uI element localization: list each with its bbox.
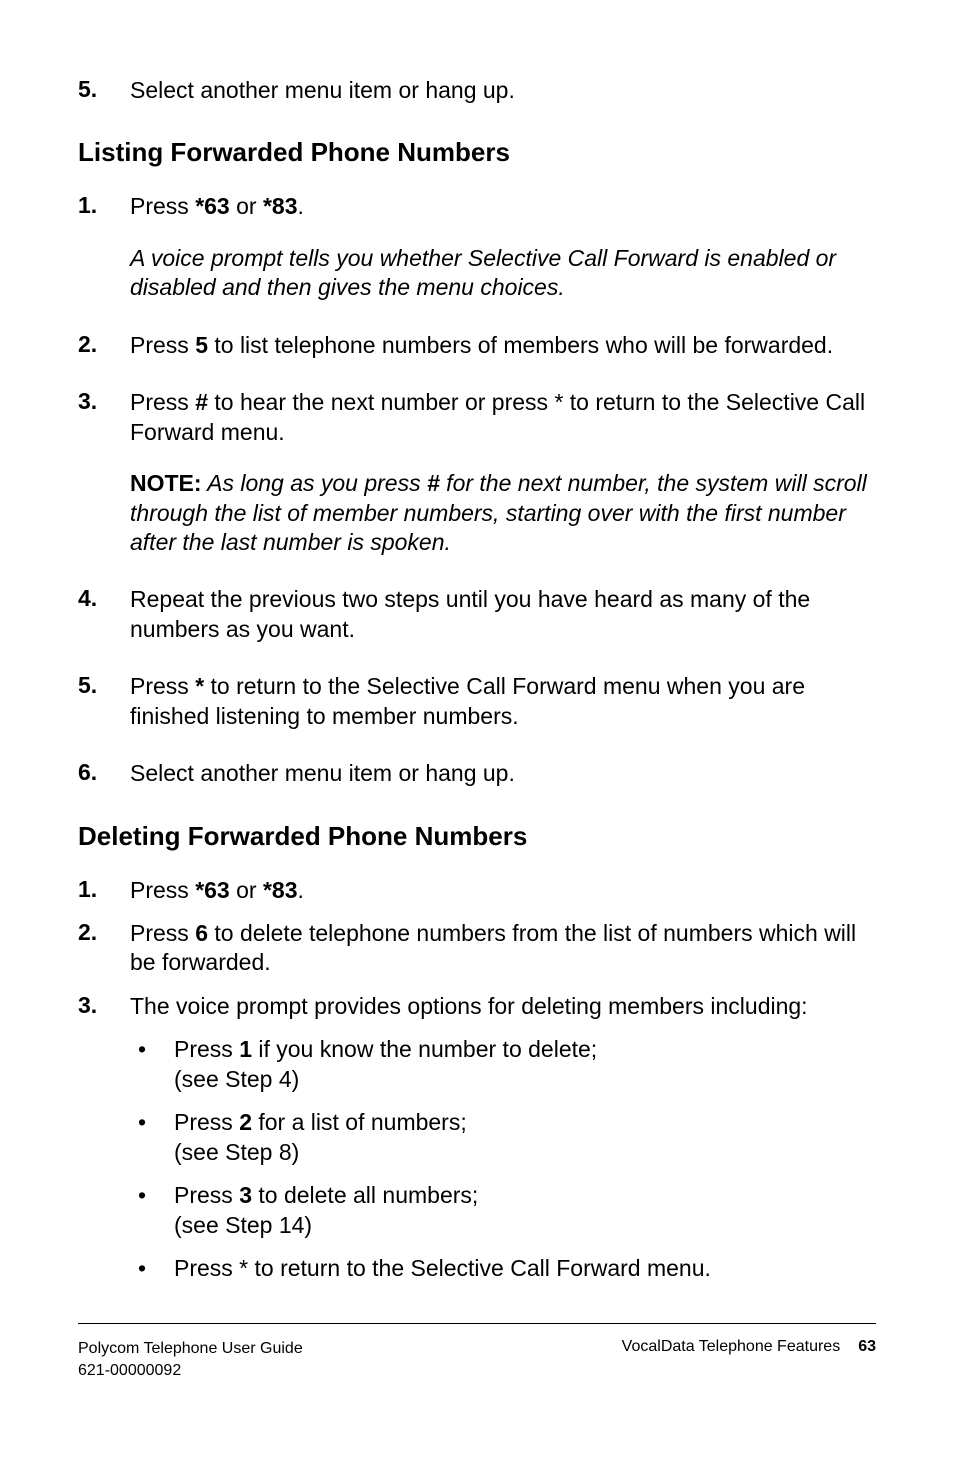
text: Press	[130, 332, 195, 358]
text-bold: #	[195, 389, 208, 415]
text-bold: 6	[195, 920, 208, 946]
footer-left: Polycom Telephone User Guide 621-0000009…	[78, 1338, 303, 1381]
list-body: Press *63 or *83. A voice prompt tells y…	[130, 192, 876, 302]
list-body: Press # to hear the next number or press…	[130, 388, 876, 557]
heading-listing-forwarded: Listing Forwarded Phone Numbers	[78, 137, 876, 168]
heading-deleting-forwarded: Deleting Forwarded Phone Numbers	[78, 821, 876, 852]
list-item: 3. The voice prompt provides options for…	[78, 992, 876, 1284]
list-item: 5. Select another menu item or hang up.	[78, 76, 876, 105]
text: Select another menu item or hang up.	[130, 77, 515, 103]
list-body: Press * to return to the Selective Call …	[130, 672, 876, 731]
footer-divider	[78, 1323, 876, 1324]
list-number: 5.	[78, 672, 130, 731]
text: Press	[174, 1109, 239, 1135]
text: Press	[130, 673, 195, 699]
text-bold-italic: #	[427, 470, 440, 496]
text: Press	[174, 1182, 239, 1208]
text: Press	[130, 389, 195, 415]
list-number: 1.	[78, 192, 130, 302]
text-bold: 3	[239, 1182, 252, 1208]
text-italic: As long as you press	[202, 470, 427, 496]
list-body: The voice prompt provides options for de…	[130, 992, 876, 1284]
footer-guide-title: Polycom Telephone User Guide	[78, 1340, 303, 1357]
text: Select another menu item or hang up.	[130, 759, 876, 788]
text: (see Step 8)	[174, 1139, 299, 1165]
text: Press	[174, 1036, 239, 1062]
text: Press	[130, 877, 195, 903]
text: (see Step 14)	[174, 1212, 312, 1238]
list-number: 1.	[78, 876, 130, 905]
list-body: Select another menu item or hang up.	[130, 76, 876, 105]
bullet-item: • Press 3 to delete all numbers; (see St…	[130, 1181, 876, 1240]
text: if you know the number to delete;	[252, 1036, 597, 1062]
list-body: Press *63 or *83.	[130, 876, 876, 905]
text: to hear the next number or press * to re…	[130, 389, 865, 444]
list-item: 6. Select another menu item or hang up.	[78, 759, 876, 788]
text: to list telephone numbers of members who…	[208, 332, 833, 358]
list-item: 3. Press # to hear the next number or pr…	[78, 388, 876, 557]
text-bold: *63	[195, 193, 230, 219]
list-number: 3.	[78, 388, 130, 557]
list-body: Select another menu item or hang up.	[130, 759, 876, 788]
text-bold: *	[195, 673, 204, 699]
page-number: 63	[858, 1338, 876, 1355]
bullet-body: Press 3 to delete all numbers; (see Step…	[174, 1181, 876, 1240]
text-bold: 1	[239, 1036, 252, 1062]
text-bold: 2	[239, 1109, 252, 1135]
text-italic: A voice prompt tells you whether Selecti…	[130, 244, 876, 303]
list-item: 5. Press * to return to the Selective Ca…	[78, 672, 876, 731]
bullet-icon: •	[130, 1035, 174, 1094]
list-body: Repeat the previous two steps until you …	[130, 585, 876, 644]
bullet-body: Press * to return to the Selective Call …	[174, 1254, 876, 1283]
bullet-body: Press 1 if you know the number to delete…	[174, 1035, 876, 1094]
list-body: Press 6 to delete telephone numbers from…	[130, 919, 876, 978]
footer-right: VocalData Telephone Features 63	[622, 1338, 876, 1381]
list-number: 4.	[78, 585, 130, 644]
text-bold: 5	[195, 332, 208, 358]
bullet-icon: •	[130, 1181, 174, 1240]
text: Press	[130, 193, 195, 219]
text: .	[298, 877, 304, 903]
text: for a list of numbers;	[252, 1109, 467, 1135]
text: (see Step 4)	[174, 1066, 299, 1092]
text-bold: *83	[263, 877, 298, 903]
text: or	[230, 877, 263, 903]
list-number: 2.	[78, 331, 130, 360]
text-bold: *83	[263, 193, 298, 219]
bullet-item: • Press 1 if you know the number to dele…	[130, 1035, 876, 1094]
text: Press	[130, 920, 195, 946]
note-label: NOTE:	[130, 470, 202, 496]
list-body: Press 5 to list telephone numbers of mem…	[130, 331, 876, 360]
footer-doc-number: 621-00000092	[78, 1362, 181, 1379]
text: Repeat the previous two steps until you …	[130, 585, 876, 644]
list-item: 2. Press 5 to list telephone numbers of …	[78, 331, 876, 360]
list-item: 1. Press *63 or *83.	[78, 876, 876, 905]
bullet-item: • Press 2 for a list of numbers; (see St…	[130, 1108, 876, 1167]
text: to delete all numbers;	[252, 1182, 478, 1208]
bullet-body: Press 2 for a list of numbers; (see Step…	[174, 1108, 876, 1167]
list-number: 6.	[78, 759, 130, 788]
bullet-item: • Press * to return to the Selective Cal…	[130, 1254, 876, 1283]
list-item: 4. Repeat the previous two steps until y…	[78, 585, 876, 644]
page: 5. Select another menu item or hang up. …	[0, 0, 954, 1475]
list-number: 5.	[78, 76, 130, 105]
text: to return to the Selective Call Forward …	[130, 673, 805, 728]
text: Press * to return to the Selective Call …	[174, 1255, 711, 1281]
footer-section-title: VocalData Telephone Features	[622, 1338, 841, 1355]
list-item: 2. Press 6 to delete telephone numbers f…	[78, 919, 876, 978]
text: to delete telephone numbers from the lis…	[130, 920, 856, 975]
bullet-icon: •	[130, 1254, 174, 1283]
text: or	[230, 193, 263, 219]
text: .	[298, 193, 304, 219]
footer: Polycom Telephone User Guide 621-0000009…	[78, 1338, 876, 1381]
bullet-icon: •	[130, 1108, 174, 1167]
list-number: 3.	[78, 992, 130, 1284]
text-bold: *63	[195, 877, 230, 903]
list-number: 2.	[78, 919, 130, 978]
bullet-list: • Press 1 if you know the number to dele…	[130, 1035, 876, 1283]
list-item: 1. Press *63 or *83. A voice prompt tell…	[78, 192, 876, 302]
text: The voice prompt provides options for de…	[130, 992, 876, 1021]
